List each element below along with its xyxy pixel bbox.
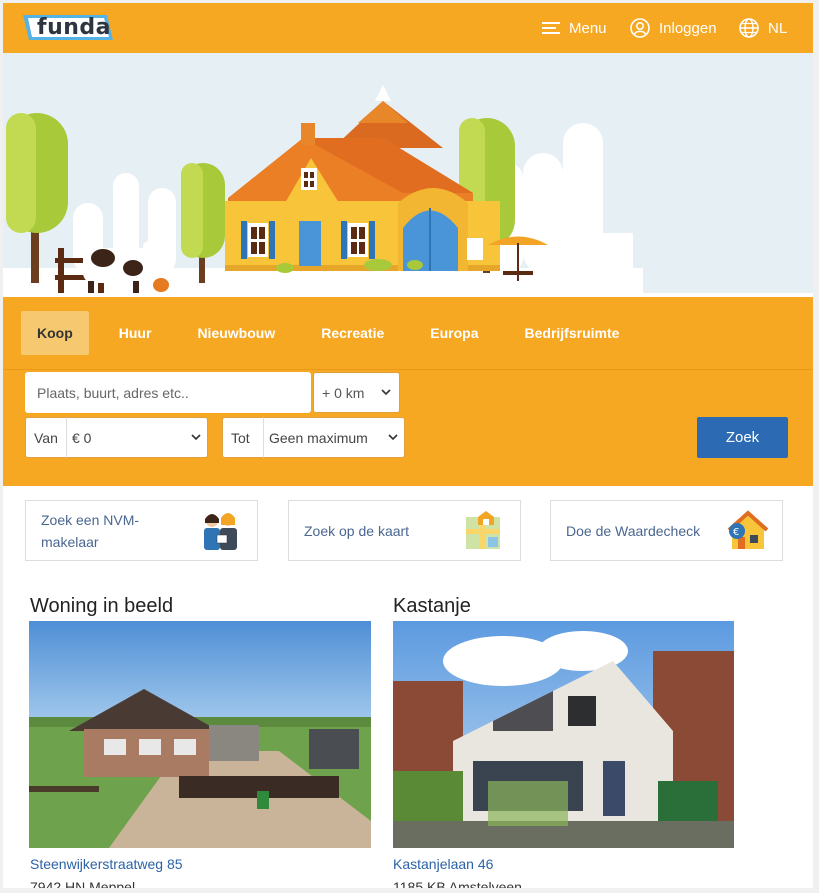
price-to-select[interactable]: Geen maximum xyxy=(264,417,405,458)
hamburger-icon xyxy=(542,22,560,34)
quick-link-waardecheck[interactable]: Doe de Waardecheck € xyxy=(550,500,783,561)
tab-huur[interactable]: Huur xyxy=(103,311,168,355)
listing-address-link[interactable]: Kastanjelaan 46 xyxy=(393,856,493,872)
radius-select[interactable]: + 0 km xyxy=(313,372,400,413)
login-button[interactable]: Inloggen xyxy=(630,17,717,39)
price-to-label: Tot xyxy=(222,417,264,458)
listing-title: Woning in beeld xyxy=(30,595,174,617)
search-tabs: Koop Huur Nieuwbouw Recreatie Europa Bed… xyxy=(21,311,649,355)
listing-title: Kastanje xyxy=(393,595,471,617)
quick-link-label: Zoek een NVM-makelaar xyxy=(41,512,140,550)
login-label: Inloggen xyxy=(659,19,717,37)
listing-photo[interactable] xyxy=(393,621,734,848)
tab-recreatie[interactable]: Recreatie xyxy=(305,311,400,355)
chevron-down-icon xyxy=(388,434,398,441)
house-value-icon: € xyxy=(727,510,769,549)
agents-icon xyxy=(204,513,237,550)
logo-text: funda xyxy=(37,15,111,40)
tab-koop[interactable]: Koop xyxy=(21,311,89,355)
menu-button[interactable]: Menu xyxy=(542,17,607,39)
price-to-value: Geen maximum xyxy=(269,429,368,446)
price-from-label: Van xyxy=(25,417,67,458)
user-icon xyxy=(630,18,650,38)
listing-city: 7942 HN Meppel xyxy=(30,879,136,888)
language-label: NL xyxy=(768,19,788,37)
svg-text:€: € xyxy=(733,527,739,538)
tab-bedrijfsruimte[interactable]: Bedrijfsruimte xyxy=(509,311,636,355)
page: funda Menu Inloggen NL Koop Huur Nieuwbo… xyxy=(3,3,813,888)
location-search-input[interactable] xyxy=(25,372,311,413)
hero-illustration xyxy=(3,53,813,297)
language-button[interactable]: NL xyxy=(739,17,787,39)
listing-city: 1185 KB Amstelveen xyxy=(393,879,522,888)
search-submit-button[interactable]: Zoek xyxy=(697,417,788,458)
top-bar: funda Menu Inloggen NL xyxy=(3,3,813,53)
price-from-value: € 0 xyxy=(72,429,92,446)
quick-link-label: Zoek op de kaart xyxy=(304,523,410,539)
tab-nieuwbouw[interactable]: Nieuwbouw xyxy=(181,311,291,355)
listing-address-link[interactable]: Steenwijkerstraatweg 85 xyxy=(30,856,183,872)
tabs-divider xyxy=(3,369,813,370)
chevron-down-icon xyxy=(381,389,391,396)
quick-link-nvm-makelaar[interactable]: Zoek een NVM-makelaar xyxy=(25,500,258,561)
price-from-select[interactable]: € 0 xyxy=(67,417,208,458)
tab-europa[interactable]: Europa xyxy=(414,311,494,355)
menu-label: Menu xyxy=(569,19,607,37)
globe-icon xyxy=(739,18,759,38)
chevron-down-icon xyxy=(191,434,201,441)
listing-photo[interactable] xyxy=(29,621,371,848)
search-panel: Koop Huur Nieuwbouw Recreatie Europa Bed… xyxy=(3,297,813,486)
quick-link-kaart[interactable]: Zoek op de kaart xyxy=(288,500,521,561)
radius-value: + 0 km xyxy=(322,384,365,401)
map-icon xyxy=(466,511,500,549)
quick-link-label: Doe de Waardecheck xyxy=(566,523,701,539)
